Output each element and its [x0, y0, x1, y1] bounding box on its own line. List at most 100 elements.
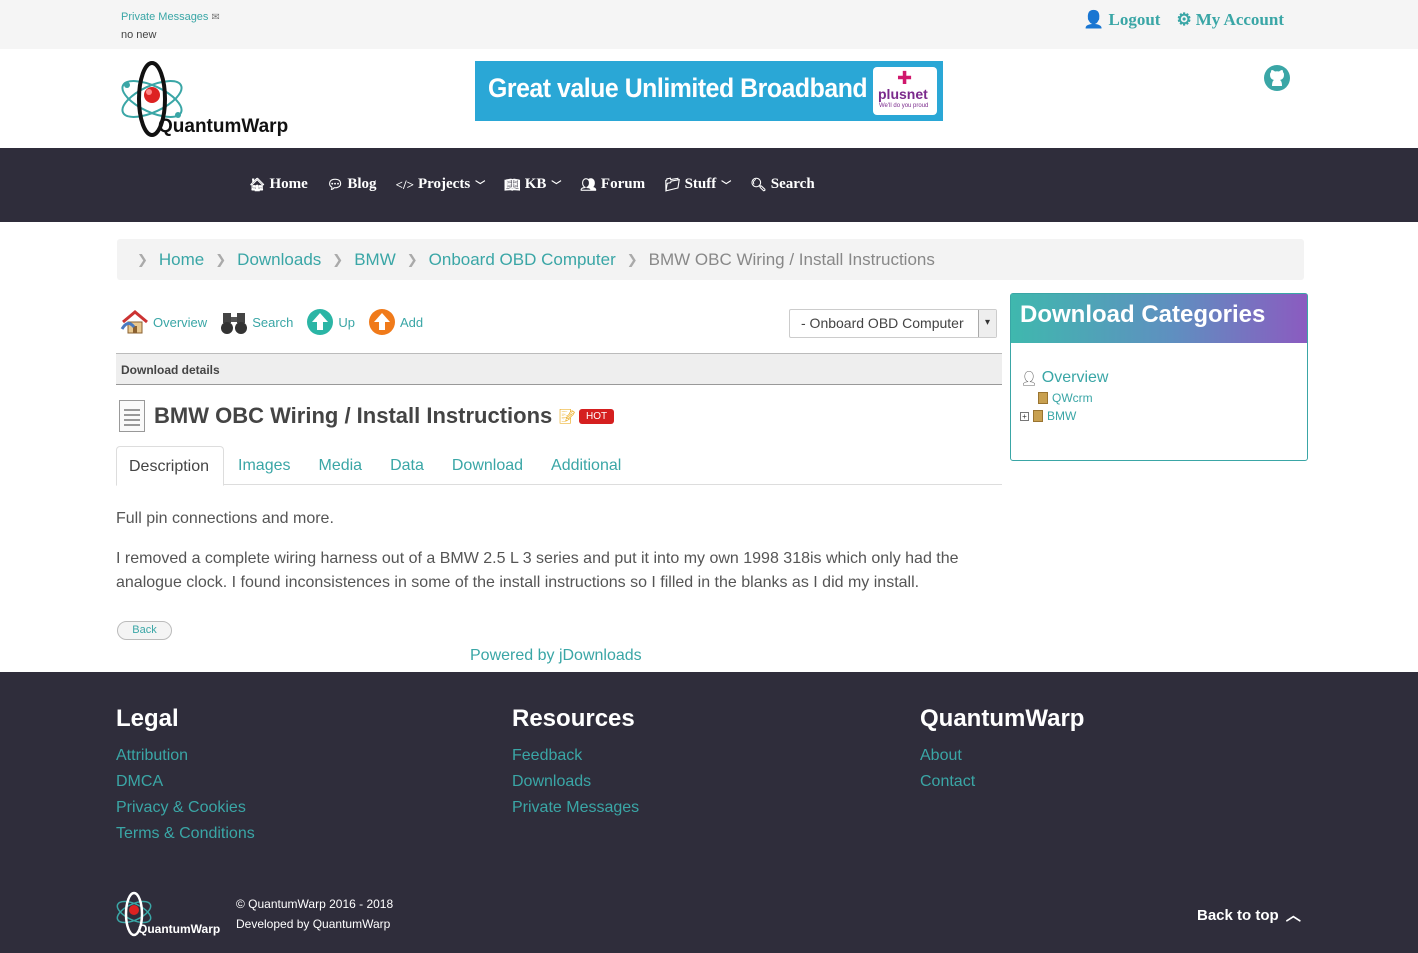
- top-bar: Private Messages ✉ no new 👤 Logout ⚙ My Acc…: [0, 0, 1418, 49]
- nav-home[interactable]: 🏠︎ Home: [249, 176, 308, 193]
- site-header: QuantumWarp Great value Unlimited Broadb…: [0, 49, 1418, 148]
- breadcrumb-onboard-obd[interactable]: Onboard OBD Computer: [429, 250, 616, 270]
- my-account-label: My Account: [1195, 10, 1284, 29]
- download-toolbar: Overview Search Up Add: [120, 307, 435, 337]
- footer-resources-heading: Resources: [512, 705, 635, 732]
- nav-search-label: Search: [770, 176, 815, 192]
- tab-download[interactable]: Download: [438, 446, 537, 485]
- footer-qw-heading: QuantumWarp: [920, 705, 1085, 732]
- nav-blog-label: Blog: [347, 176, 377, 192]
- chevron-right-icon: ❯: [626, 251, 638, 267]
- footer-link-attribution[interactable]: Attribution: [116, 747, 255, 765]
- github-icon[interactable]: [1263, 64, 1291, 92]
- back-to-top-link[interactable]: Back to top ︿: [1197, 904, 1301, 925]
- globe-user-icon: 👤︎: [1020, 369, 1038, 386]
- book-icon: 📖︎: [504, 176, 521, 192]
- nav-search[interactable]: 🔍︎ Search: [750, 176, 814, 193]
- tree-overview: 👤︎ Overview: [1020, 369, 1307, 387]
- footer-legal-heading: Legal: [116, 705, 179, 732]
- copyright-text: © QuantumWarp 2016 - 2018: [236, 897, 394, 911]
- overview-label: Overview: [153, 314, 208, 330]
- tab-data[interactable]: Data: [376, 446, 438, 485]
- search-button[interactable]: Search: [219, 307, 293, 337]
- tree-overview-link[interactable]: Overview: [1042, 369, 1109, 387]
- home-icon: 🏠︎: [249, 176, 266, 192]
- tab-description[interactable]: Description: [116, 446, 225, 486]
- download-categories-heading: Download Categories: [1011, 294, 1307, 343]
- chevron-right-icon: ❯: [137, 251, 148, 267]
- logout-link[interactable]: 👤 Logout: [1083, 10, 1160, 30]
- add-label: Add: [400, 314, 424, 330]
- chevron-right-icon: ❯: [406, 251, 418, 267]
- arrow-up-icon: [305, 307, 335, 337]
- nav-blog[interactable]: 💬︎ Blog: [327, 176, 377, 193]
- pm-status: no new: [121, 29, 157, 41]
- nav-forum[interactable]: 👥︎ Forum: [580, 176, 645, 193]
- document-icon: [119, 400, 145, 432]
- private-messages-label: Private Messages: [121, 11, 209, 23]
- back-to-top-label: Back to top: [1197, 907, 1279, 924]
- footer-link-private-messages[interactable]: Private Messages: [512, 799, 639, 817]
- tab-additional[interactable]: Additional: [537, 446, 635, 485]
- upload-icon: [367, 307, 397, 337]
- footer-link-privacy[interactable]: Privacy & Cookies: [116, 799, 255, 817]
- add-button[interactable]: Add: [367, 307, 423, 337]
- tree-item-qwcrm: QWcrm: [1038, 391, 1307, 405]
- plusnet-logo: ✚ plusnet We'll do you proud: [873, 67, 937, 115]
- logout-label: Logout: [1108, 10, 1161, 29]
- footer-quantumwarp: QuantumWarp About Contact: [920, 705, 1084, 799]
- tab-images[interactable]: Images: [224, 446, 304, 485]
- footer-link-contact[interactable]: Contact: [920, 773, 1084, 791]
- footer-link-terms[interactable]: Terms & Conditions: [116, 825, 255, 843]
- site-logo[interactable]: QuantumWarp: [118, 59, 308, 139]
- breadcrumb-current: BMW OBC Wiring / Install Instructions: [648, 249, 935, 269]
- breadcrumb-home[interactable]: Home: [159, 250, 204, 270]
- my-account-link[interactable]: ⚙ My Account: [1176, 10, 1284, 30]
- tree-item-bmw: + BMW: [1020, 409, 1307, 423]
- back-button[interactable]: Back: [117, 621, 172, 640]
- nav-home-label: Home: [269, 176, 308, 192]
- footer-link-feedback[interactable]: Feedback: [512, 747, 639, 765]
- download-title-row: BMW OBC Wiring / Install Instructions 📝︎…: [119, 400, 615, 432]
- users-icon: 👥︎: [580, 176, 597, 192]
- footer-link-downloads[interactable]: Downloads: [512, 773, 639, 791]
- nav-stuff[interactable]: 📁︎ Stuff ﹀: [664, 176, 731, 193]
- footer-logo[interactable]: QuantumWarp: [114, 890, 224, 938]
- nav-projects[interactable]: </> Projects ﹀: [396, 176, 486, 193]
- download-tabs: Description Images Media Data Download A…: [116, 446, 1002, 486]
- tab-media[interactable]: Media: [305, 446, 377, 485]
- tree-qwcrm-link[interactable]: QWcrm: [1052, 391, 1093, 405]
- footer-link-about[interactable]: About: [920, 747, 1084, 765]
- advert-banner[interactable]: Great value Unlimited Broadband ✚ plusne…: [475, 61, 943, 121]
- footer-link-dmca[interactable]: DMCA: [116, 773, 255, 791]
- search-icon: 🔍︎: [750, 176, 767, 192]
- breadcrumb-bmw[interactable]: BMW: [354, 250, 396, 270]
- private-messages-link[interactable]: Private Messages ✉: [121, 11, 220, 23]
- comment-icon: 💬︎: [326, 176, 344, 192]
- site-footer: Legal Attribution DMCA Privacy & Cookies…: [0, 672, 1418, 953]
- account-links: 👤 Logout ⚙ My Account: [1083, 10, 1284, 30]
- nav-forum-label: Forum: [600, 176, 646, 192]
- breadcrumb: ❯ Home ❯ Downloads ❯ BMW ❯ Onboard OBD C…: [117, 239, 1304, 280]
- nav-kb[interactable]: 📖︎ KB ﹀: [504, 176, 561, 193]
- breadcrumb-downloads[interactable]: Downloads: [237, 250, 321, 270]
- folder-icon: 📁︎: [664, 176, 681, 192]
- description-paragraph: I removed a complete wiring harness out …: [116, 550, 959, 591]
- nav-stuff-label: Stuff: [684, 176, 717, 192]
- overview-button[interactable]: Overview: [120, 307, 207, 337]
- chevron-down-icon: ﹀: [551, 181, 562, 192]
- download-title: BMW OBC Wiring / Install Instructions: [154, 403, 553, 428]
- edit-icon[interactable]: 📝︎: [558, 408, 576, 425]
- developed-by-text: Developed by QuantumWarp: [236, 917, 391, 931]
- download-details-heading: Download details: [116, 353, 1002, 385]
- tree-bmw-link[interactable]: BMW: [1047, 409, 1076, 423]
- powered-by-link[interactable]: Powered by jDownloads: [470, 647, 642, 665]
- user-icon: 👤: [1083, 10, 1105, 29]
- footer-copyright: © QuantumWarp 2016 - 2018 Developed by Q…: [236, 894, 393, 934]
- category-select[interactable]: - Onboard OBD Computer ▾: [789, 309, 997, 338]
- up-button[interactable]: Up: [305, 307, 355, 337]
- home-overview-icon: [120, 307, 150, 337]
- footer-resources: Resources Feedback Downloads Private Mes…: [512, 705, 639, 825]
- chevron-down-icon: ﹀: [721, 181, 732, 192]
- expand-icon[interactable]: +: [1020, 411, 1029, 421]
